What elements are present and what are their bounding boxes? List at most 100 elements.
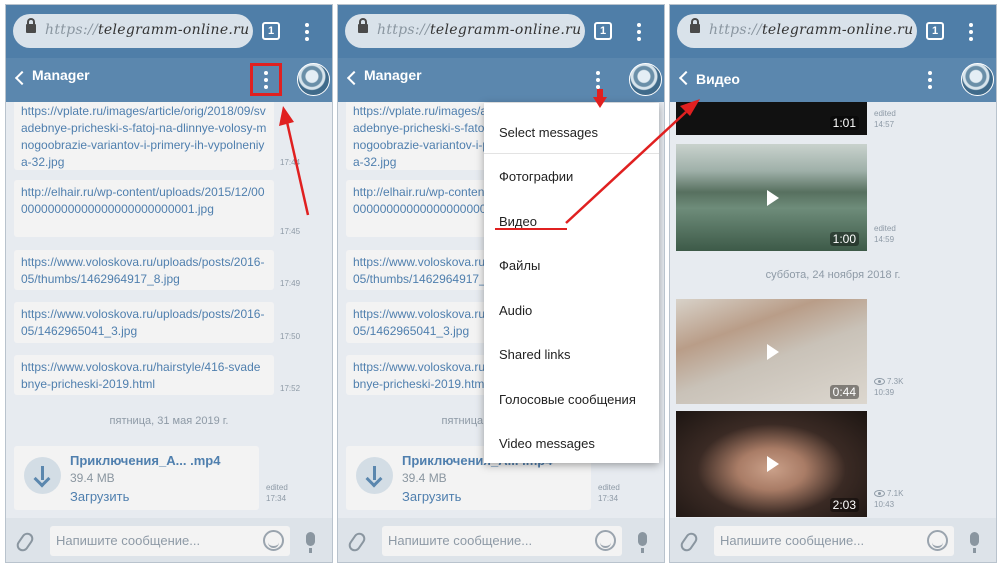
menu-item-videos[interactable]: Видео <box>499 214 537 229</box>
menu-item-shared-links[interactable]: Shared links <box>499 347 571 362</box>
avatar[interactable] <box>297 63 330 96</box>
microphone-icon[interactable] <box>970 532 979 553</box>
message-input[interactable]: Напишите сообщение... <box>382 526 622 556</box>
tab-count-button[interactable]: 1 <box>926 22 944 40</box>
lock-icon <box>26 18 36 33</box>
file-name: Приключения_А... .mp4 <box>70 453 221 468</box>
video-thumbnail[interactable]: 0:44 <box>676 299 867 404</box>
file-meta: edited 17:34 <box>598 482 620 504</box>
download-link[interactable]: Загрузить <box>70 489 129 504</box>
media-header: Видео <box>670 58 996 102</box>
avatar[interactable] <box>629 63 662 96</box>
menu-item-photos[interactable]: Фотографии <box>499 169 573 184</box>
views-eye-icon <box>874 378 885 386</box>
message-time: 17:52 <box>280 384 301 393</box>
menu-item-select-messages[interactable]: Select messages <box>499 125 598 140</box>
edited-label: edited <box>874 109 896 118</box>
video-duration: 1:00 <box>829 232 859 246</box>
file-message[interactable]: Приключения_А... .mp4 39.4 MB Загрузить <box>14 446 259 510</box>
url-domain: telegramm-online.ru <box>429 22 582 38</box>
menu-item-video-messages[interactable]: Video messages <box>499 436 595 451</box>
message-input-placeholder: Напишите сообщение... <box>56 533 201 548</box>
emoji-icon[interactable] <box>927 530 948 551</box>
attach-icon[interactable] <box>14 530 36 554</box>
message-input[interactable]: Напишите сообщение... <box>50 526 290 556</box>
message-time: 17:44 <box>280 158 301 167</box>
menu-divider <box>484 153 659 154</box>
video-duration: 2:03 <box>829 498 859 512</box>
chat-menu-icon[interactable] <box>596 71 600 89</box>
browser-url-bar: https://telegramm-online.ru 1 <box>338 5 664 58</box>
play-icon <box>767 456 779 472</box>
chat-options-menu: Select messages Фотографии Видео Файлы A… <box>484 103 659 463</box>
address-field[interactable]: https://telegramm-online.ru <box>13 14 253 48</box>
video-duration: 0:44 <box>829 385 859 399</box>
avatar[interactable] <box>961 63 994 96</box>
url-prefix: https:// <box>45 22 98 38</box>
message-bubble[interactable]: https://vplate.ru/images/article/orig/20… <box>14 102 274 170</box>
browser-menu-icon[interactable] <box>637 23 641 41</box>
browser-menu-icon[interactable] <box>969 23 973 41</box>
url-prefix: https:// <box>709 22 762 38</box>
browser-url-bar: https://telegramm-online.ru 1 <box>6 5 332 58</box>
message-bubble[interactable]: https://www.voloskova.ru/hairstyle/416-s… <box>14 355 274 395</box>
message-bubble[interactable]: http://elhair.ru/wp-content/uploads/2015… <box>14 180 274 237</box>
date-separator: суббота, 24 ноября 2018 г. <box>765 269 901 281</box>
message-input-placeholder: Напишите сообщение... <box>388 533 533 548</box>
video-thumbnail[interactable]: 2:03 <box>676 411 867 517</box>
video-thumbnail[interactable]: 1:00 <box>676 144 867 251</box>
back-arrow-icon[interactable] <box>14 70 30 86</box>
phone-screen-menu: https://telegramm-online.ru 1 Manager ht… <box>337 4 665 563</box>
play-icon <box>767 344 779 360</box>
url-domain: telegramm-online.ru <box>761 22 914 38</box>
message-list[interactable]: https://vplate.ru/images/article/orig/20… <box>6 102 332 518</box>
menu-item-files[interactable]: Файлы <box>499 258 540 273</box>
file-size: 39.4 MB <box>402 471 447 485</box>
url-text: https://telegramm-online.ru <box>377 22 582 38</box>
highlight-underline <box>495 228 567 230</box>
message-input[interactable]: Напишите сообщение... <box>714 526 954 556</box>
video-thumbnail[interactable]: 1:01 <box>676 102 867 135</box>
back-arrow-icon[interactable] <box>346 70 362 86</box>
chat-title: Manager <box>364 67 422 83</box>
media-menu-icon[interactable] <box>928 71 932 89</box>
composer-bar: Напишите сообщение... <box>338 518 664 562</box>
phone-screen-videos: https://telegramm-online.ru 1 Видео 1:01… <box>669 4 997 563</box>
file-time: 17:34 <box>266 494 287 503</box>
message-bubble[interactable]: https://www.voloskova.ru/uploads/posts/2… <box>14 250 274 290</box>
composer-bar: Напишите сообщение... <box>670 518 996 562</box>
tab-count-button[interactable]: 1 <box>262 22 280 40</box>
video-views: 7.3K <box>887 377 904 386</box>
video-time: 14:57 <box>874 120 895 129</box>
highlight-box <box>250 63 282 96</box>
edited-label: edited <box>874 224 896 233</box>
attach-icon[interactable] <box>678 530 700 554</box>
video-list[interactable]: 1:01 edited 14:57 1:00 edited 14:59 суббот… <box>670 102 996 518</box>
download-icon[interactable] <box>24 457 61 494</box>
back-arrow-icon[interactable] <box>678 70 694 86</box>
microphone-icon[interactable] <box>638 532 647 553</box>
address-field[interactable]: https://telegramm-online.ru <box>677 14 917 48</box>
media-title: Видео <box>696 71 740 87</box>
play-icon <box>767 190 779 206</box>
message-bubble[interactable]: https://www.voloskova.ru/uploads/posts/2… <box>14 302 274 343</box>
video-time: 14:59 <box>874 235 895 244</box>
browser-menu-icon[interactable] <box>305 23 309 41</box>
lock-icon <box>358 18 368 33</box>
tab-count-button[interactable]: 1 <box>594 22 612 40</box>
menu-item-voice-messages[interactable]: Голосовые сообщения <box>499 392 636 407</box>
video-time: 10:43 <box>874 500 895 509</box>
message-time: 17:50 <box>280 332 301 341</box>
attach-icon[interactable] <box>346 530 368 554</box>
download-link[interactable]: Загрузить <box>402 489 461 504</box>
emoji-icon[interactable] <box>263 530 284 551</box>
download-icon[interactable] <box>356 457 393 494</box>
chat-header: Manager <box>6 58 332 102</box>
views-eye-icon <box>874 490 885 498</box>
message-time: 17:45 <box>280 227 301 236</box>
video-time: 10:39 <box>874 388 895 397</box>
menu-item-audio[interactable]: Audio <box>499 303 532 318</box>
microphone-icon[interactable] <box>306 532 315 553</box>
emoji-icon[interactable] <box>595 530 616 551</box>
address-field[interactable]: https://telegramm-online.ru <box>345 14 585 48</box>
